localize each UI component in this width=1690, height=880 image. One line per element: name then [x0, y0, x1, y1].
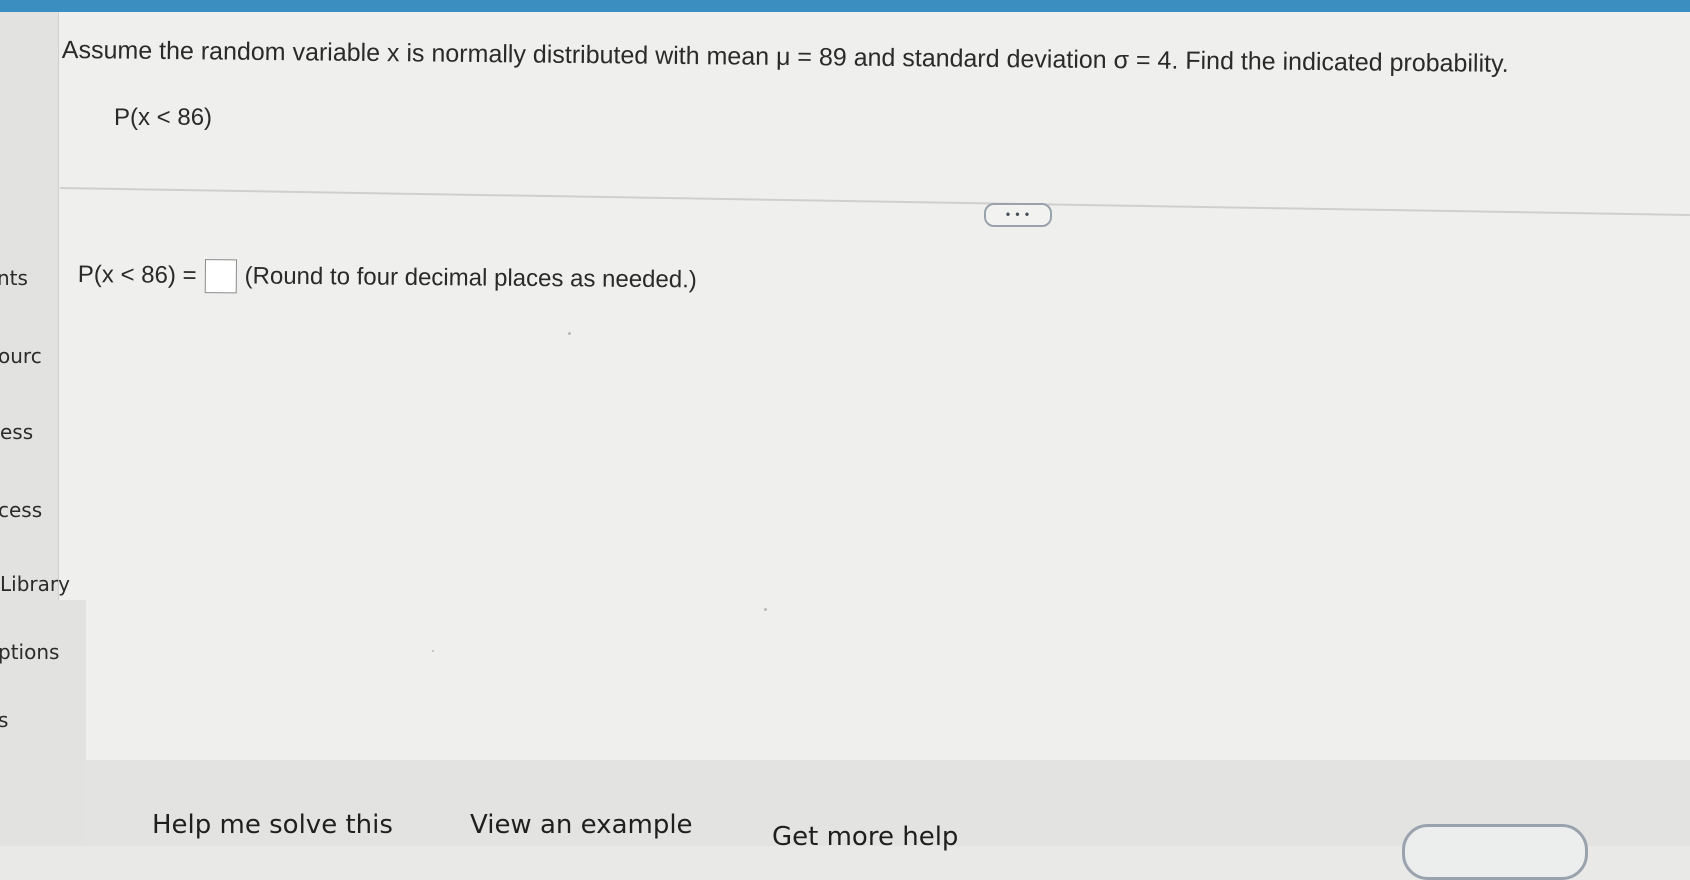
sidebar-item-options[interactable]: ptions — [0, 640, 59, 664]
sidebar-item-resources[interactable]: ourc — [0, 344, 42, 368]
answer-hint: (Round to four decimal places as needed.… — [244, 262, 697, 294]
get-more-help-button[interactable]: Get more help — [772, 822, 958, 852]
check-answer-button[interactable] — [1402, 824, 1588, 880]
help-me-solve-button[interactable]: Help me solve this — [152, 810, 393, 840]
answer-input[interactable] — [204, 259, 237, 294]
sidebar-lower — [0, 600, 86, 846]
probability-expression: P(x < 86) — [114, 104, 213, 131]
answer-label: P(x < 86) = — [77, 260, 197, 290]
screen-speck — [764, 608, 767, 611]
expand-more-button[interactable]: • • • — [984, 203, 1052, 227]
sidebar-item-library[interactable]: Library — [0, 572, 70, 596]
sidebar-item-access[interactable]: cess — [0, 498, 42, 522]
question-panel — [58, 12, 1690, 760]
sidebar-item-tools[interactable]: s — [0, 708, 8, 732]
answer-row: P(x < 86) = (Round to four decimal place… — [78, 258, 697, 297]
screen-speck — [432, 650, 434, 652]
sidebar-item-assignments[interactable]: nts — [0, 266, 28, 290]
sidebar-item-progress[interactable]: ess — [0, 420, 33, 444]
screen-speck — [568, 332, 571, 335]
view-example-button[interactable]: View an example — [470, 810, 693, 840]
